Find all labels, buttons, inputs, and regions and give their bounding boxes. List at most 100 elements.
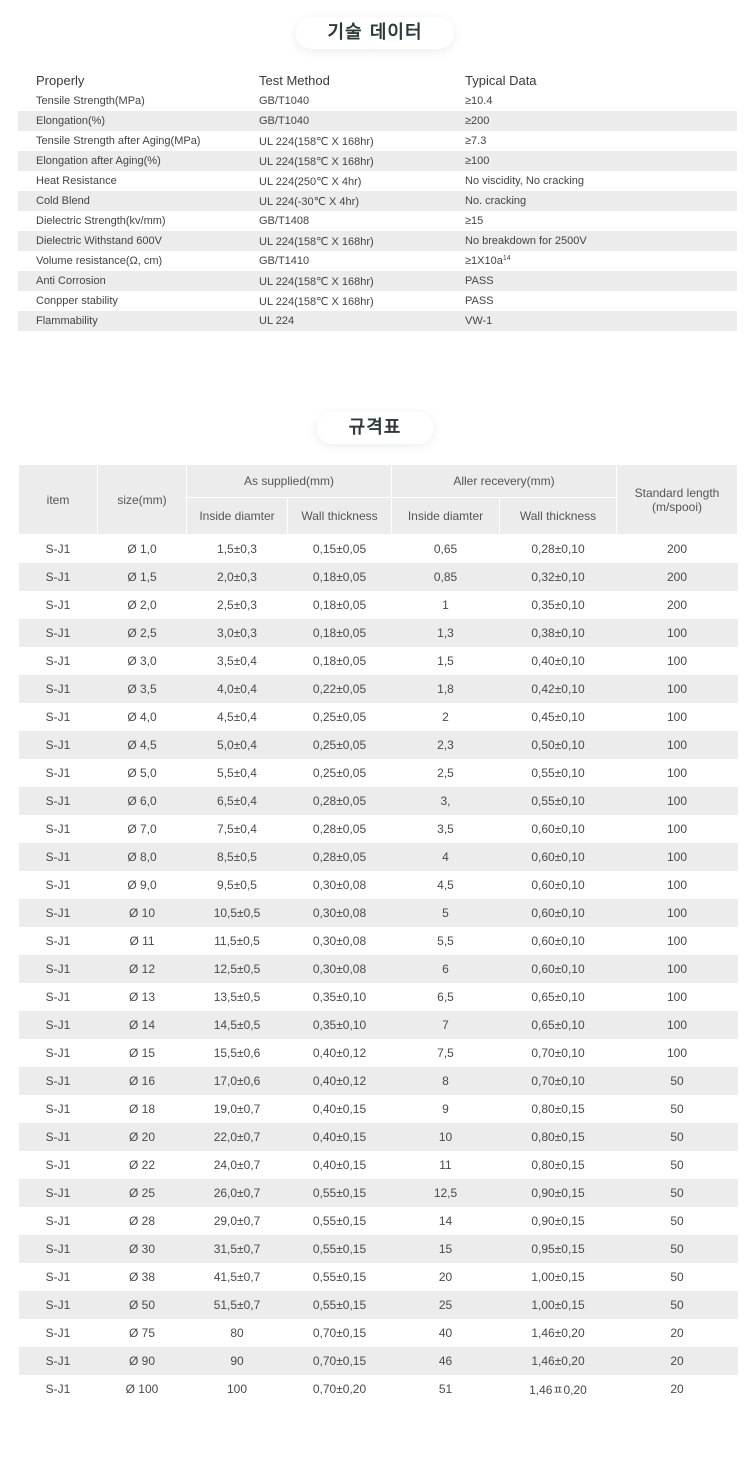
- tech-cell-typical-data: ≥1X10a14: [465, 255, 737, 267]
- spec-cell-inside-diameter-supplied: 2,5±0,3: [217, 598, 257, 612]
- spec-cell-size: Ø 16: [97, 1067, 187, 1095]
- spec-cell-inside-diameter-supplied: 17,0±0,6: [186, 1067, 288, 1095]
- spec-cell-wall-thickness-supplied: 0,55±0,15: [312, 1270, 367, 1284]
- tech-cell-property: Tensile Strength after Aging(MPa): [18, 135, 259, 147]
- tech-cell-text: GB/T1408: [259, 215, 310, 227]
- spec-cell-standard-length: 100: [616, 731, 738, 759]
- tech-cell-typical-data: VW-1: [465, 315, 737, 327]
- tech-row: Elongation(%) GB/T1040 ≥200: [18, 111, 737, 131]
- spec-cell-wall-thickness-supplied: 0,22±0,05: [287, 675, 392, 703]
- spec-row: S-J1 Ø 50 51,5±0,7 0,55±0,15 25 1,00±0,15 50: [18, 1291, 738, 1319]
- spec-cell-wall-thickness-supplied: 0,55±0,15: [312, 1214, 367, 1228]
- tech-cell-text: Conpper stability: [36, 295, 118, 307]
- tech-cell-text: Dielectric Strength(kv/mm): [36, 215, 166, 227]
- spec-cell-item: S-J1: [45, 542, 71, 556]
- spec-row: S-J1 Ø 38 41,5±0,7 0,55±0,15 20 1,00±0,15 50: [19, 1263, 738, 1291]
- spec-cell-size: Ø 25: [97, 1179, 187, 1207]
- tech-row: Heat Resistance UL 224(250℃ X 4hr) No visc…: [18, 171, 737, 191]
- spec-row: S-J1 Ø 3,0 3,5±0,4 0,18±0,05 1,5 0,40±0,10 100: [19, 647, 738, 675]
- spec-cell-inside-diameter-recovered: 2: [442, 710, 449, 724]
- spec-row: S-J1 Ø 100 100 0,70±0,20 51 1,46ㅍ0,20 20: [19, 1375, 738, 1403]
- tech-cell-test-method: GB/T1040: [259, 95, 465, 107]
- spec-cell-wall-thickness-recovered: 0,60±0,10: [499, 899, 617, 927]
- tech-cell-typical-data: ≥10.4: [465, 95, 737, 107]
- tech-cell-text: UL 224(158℃ X 168hr): [259, 155, 374, 168]
- spec-cell-size: Ø 2,0: [127, 598, 157, 612]
- spec-cell-wall-thickness-recovered: 0,35±0,10: [531, 598, 585, 612]
- spec-cell-standard-length: 100: [616, 899, 738, 927]
- spec-cell-inside-diameter-recovered: 1,5: [437, 654, 454, 668]
- spec-row: S-J1 Ø 12 12,5±0,5 0,30±0,08 6 0,60±0,10 100: [18, 955, 738, 983]
- spec-cell-item: S-J1: [18, 731, 98, 759]
- spec-cell-item: S-J1: [18, 1235, 98, 1263]
- spec-cell-item: S-J1: [45, 710, 71, 724]
- tech-cell-text: Elongation after Aging(%): [36, 155, 161, 167]
- spec-cell-size: Ø 1,0: [127, 542, 157, 556]
- spec-cell-standard-length: 100: [616, 955, 738, 983]
- spec-cell-wall-thickness-supplied: 0,40±0,15: [287, 1123, 392, 1151]
- tech-cell-text: UL 224(158℃ X 168hr): [259, 275, 374, 288]
- spec-cell-inside-diameter-supplied: 19,0±0,7: [213, 1102, 261, 1116]
- spec-cell-inside-diameter-supplied: 31,5±0,7: [186, 1235, 288, 1263]
- tech-cell-text: PASS: [465, 275, 494, 287]
- spec-cell-standard-length: 20: [616, 1347, 738, 1375]
- tech-cell-typical-data: PASS: [465, 295, 737, 307]
- spec-cell-item: S-J1: [45, 822, 71, 836]
- spec-cell-wall-thickness-recovered: 0,60±0,10: [499, 843, 617, 871]
- tech-cell-text: Elongation(%): [36, 115, 106, 127]
- tech-cell-property: Cold Blend: [18, 195, 259, 207]
- spec-cell-item: S-J1: [45, 1102, 71, 1116]
- spec-cell-standard-length: 100: [666, 934, 688, 948]
- spec-cell-inside-diameter-supplied: 4,0±0,4: [186, 675, 288, 703]
- spec-cell-standard-length: 20: [670, 1326, 684, 1340]
- spec-cell-item: S-J1: [45, 1326, 71, 1340]
- spec-cell-size: Ø 11: [129, 934, 155, 948]
- spec-header-standard-length-unit: (m/spooi): [651, 499, 702, 514]
- spec-cell-inside-diameter-supplied: 10,5±0,5: [186, 899, 288, 927]
- spec-cell-standard-length: 50: [670, 1214, 684, 1228]
- spec-cell-size: Ø 15: [128, 1046, 155, 1060]
- tech-header-row: Properly Test Method Typical Data: [18, 69, 737, 91]
- spec-cell-standard-length: 50: [670, 1158, 684, 1172]
- spec-cell-wall-thickness-recovered: 1,46ㅍ0,20: [529, 1382, 587, 1397]
- spec-cell-wall-thickness-recovered: 1,00±0,15: [531, 1270, 585, 1284]
- spec-cell-wall-thickness-supplied: 0,18±0,05: [312, 598, 367, 612]
- spec-cell-size: Ø 7,0: [127, 822, 157, 836]
- tech-cell-typical-data: ≥100: [465, 155, 737, 167]
- spec-cell-inside-diameter-recovered: 7,5: [437, 1046, 454, 1060]
- spec-cell-size: Ø 8,0: [97, 843, 187, 871]
- tech-cell-text: UL 224(158℃ X 168hr): [259, 235, 374, 248]
- spec-cell-wall-thickness-recovered: 0,80±0,15: [531, 1102, 585, 1116]
- tech-cell-property: Tensile Strength(MPa): [18, 95, 259, 107]
- tech-cell-text: PASS: [465, 295, 494, 307]
- spec-row: S-J1 Ø 10 10,5±0,5 0,30±0,08 5 0,60±0,10 100: [18, 899, 738, 927]
- spec-cell-standard-length: 100: [616, 787, 738, 815]
- spec-cell-item: S-J1: [45, 1214, 71, 1228]
- spec-cell-wall-thickness-supplied: 0,28±0,05: [287, 787, 392, 815]
- spec-cell-size: Ø 28: [128, 1214, 155, 1228]
- spec-cell-inside-diameter-supplied: 5,0±0,4: [186, 731, 288, 759]
- tech-cell-text: UL 224(158℃ X 168hr): [259, 135, 374, 148]
- spec-cell-inside-diameter-recovered: 46: [391, 1347, 500, 1375]
- spec-cell-item: S-J1: [18, 1067, 98, 1095]
- spec-cell-wall-thickness-recovered: 1,46±0,20: [531, 1326, 585, 1340]
- spec-cell-size: Ø 75: [128, 1326, 155, 1340]
- spec-cell-inside-diameter-supplied: 1,5±0,3: [217, 542, 257, 556]
- spec-cell-wall-thickness-supplied: 0,55±0,15: [287, 1179, 392, 1207]
- tech-cell-text: No. cracking: [465, 195, 527, 207]
- tech-cell-text: Tensile Strength(MPa): [36, 95, 145, 107]
- spec-cell-inside-diameter-supplied: 8,5±0,5: [186, 843, 288, 871]
- spec-cell-standard-length: 50: [616, 1235, 738, 1263]
- spec-cell-inside-diameter-recovered: 3,5: [437, 822, 454, 836]
- tech-cell-typical-data: No. cracking: [465, 195, 737, 207]
- spec-cell-wall-thickness-supplied: 0,25±0,05: [312, 710, 367, 724]
- tech-cell-text: ≥7.3: [465, 135, 487, 147]
- tech-cell-typical-data: No breakdown for 2500V: [465, 235, 737, 247]
- spec-cell-size: Ø 3,0: [127, 654, 157, 668]
- spec-row: S-J1 Ø 4,0 4,5±0,4 0,25±0,05 2 0,45±0,10 100: [19, 703, 738, 731]
- spec-cell-standard-length: 100: [666, 990, 688, 1004]
- spec-cell-standard-length: 200: [666, 598, 688, 612]
- spec-row: S-J1 Ø 18 19,0±0,7 0,40±0,15 9 0,80±0,15 50: [19, 1095, 738, 1123]
- spec-header-standard-length-label: Standard length: [634, 485, 720, 500]
- spec-row: S-J1 Ø 15 15,5±0,6 0,40±0,12 7,5 0,70±0,10 100: [19, 1039, 738, 1067]
